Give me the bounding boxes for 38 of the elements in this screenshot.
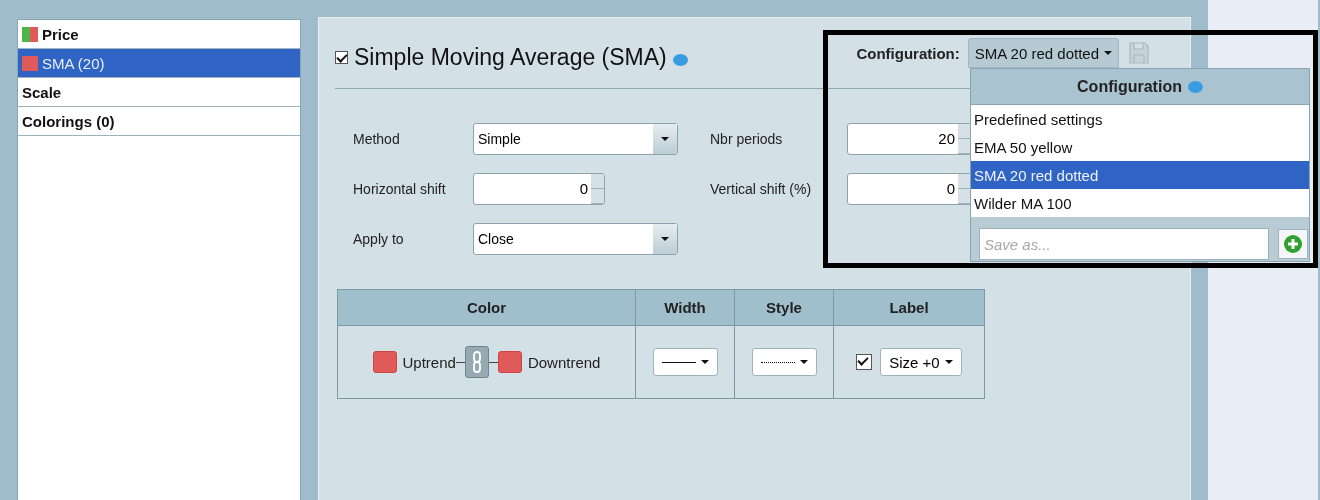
sidebar-item[interactable]: Colorings (0): [18, 107, 300, 136]
spinner-field[interactable]: 0: [847, 173, 972, 205]
chain-link-icon[interactable]: [464, 346, 489, 378]
menu-item[interactable]: Wilder MA 100: [971, 189, 1309, 217]
color-label: Uptrend: [402, 353, 456, 371]
color-swatch[interactable]: [372, 351, 397, 373]
sidebar-item[interactable]: SMA (20): [18, 49, 300, 78]
column-header: Color: [337, 289, 636, 326]
save-as-field[interactable]: Save as...: [979, 228, 1269, 260]
sidebar-item[interactable]: Scale: [18, 78, 300, 107]
field-label: Horizontal shift: [353, 181, 447, 197]
menu-item[interactable]: SMA 20 red dotted: [971, 161, 1309, 189]
color-swatch[interactable]: [497, 351, 522, 373]
spinner-field[interactable]: 20: [847, 123, 972, 155]
field-label: Nbr periods: [710, 131, 784, 147]
menu-title: Configuration: [1077, 77, 1182, 96]
line-dropdown[interactable]: [652, 348, 718, 376]
info-icon[interactable]: [672, 53, 688, 66]
field-label: Method: [353, 131, 401, 147]
field-label: Apply to: [353, 231, 405, 247]
dropdown[interactable]: Close: [473, 223, 678, 255]
configuration-label: Configuration:: [856, 44, 960, 62]
column-header: Width: [635, 289, 735, 326]
field-label: Vertical shift (%): [710, 181, 813, 197]
spinner-field[interactable]: 0: [473, 173, 605, 205]
menu-item[interactable]: EMA 50 yellow: [971, 133, 1309, 161]
size-dropdown[interactable]: Size +0: [880, 348, 962, 376]
column-header: Style: [734, 289, 834, 326]
plus-icon: [1283, 234, 1303, 254]
dropdown[interactable]: Simple: [473, 123, 678, 155]
column-header: Label: [833, 289, 985, 326]
checkbox[interactable]: [335, 51, 348, 64]
color-label: Downtrend: [527, 353, 601, 371]
menu-item[interactable]: Predefined settings: [971, 105, 1309, 133]
panel-title: Simple Moving Average (SMA): [354, 44, 667, 71]
add-button[interactable]: [1278, 229, 1308, 259]
checkbox[interactable]: [856, 354, 873, 370]
configuration-dropdown[interactable]: SMA 20 red dotted: [967, 38, 1119, 68]
